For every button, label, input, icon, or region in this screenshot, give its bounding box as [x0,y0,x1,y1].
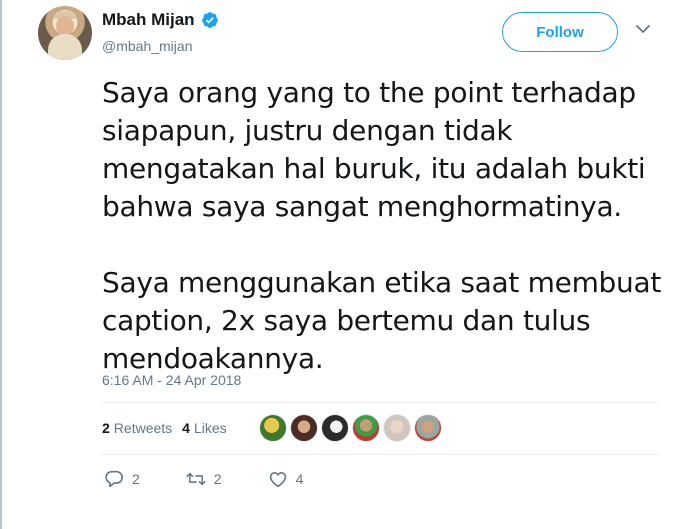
author-avatar[interactable] [38,6,92,60]
reply-count: 2 [132,471,140,487]
like-heart-icon[interactable] [268,470,288,488]
tweet-timestamp[interactable]: 6:16 AM - 24 Apr 2018 [102,372,241,388]
reply-action[interactable]: 2 [104,470,140,488]
window-edge [0,0,2,529]
verified-badge-icon [201,12,218,28]
reply-icon[interactable] [104,470,124,488]
like-action[interactable]: 4 [268,470,304,488]
divider [102,402,658,403]
retweet-icon[interactable] [186,470,206,488]
avatar-face [56,16,74,36]
avatar-body [48,34,82,60]
like-count: 4 [295,471,304,487]
likes-label: Likes [193,420,227,436]
chevron-down-icon[interactable] [636,24,650,34]
tweet-header: Mbah Mijan @mbah_mijan Follow [38,6,668,62]
author-handle[interactable]: @mbah_mijan [102,38,192,54]
liker-avatar[interactable] [414,414,442,442]
liker-avatar[interactable] [352,414,380,442]
retweet-action[interactable]: 2 [186,470,222,488]
retweet-count: 2 [213,471,222,487]
liker-avatar[interactable] [290,414,318,442]
tweet-paragraph: Saya menggunakan etika saat membuat capt… [102,266,662,375]
author-name[interactable]: Mbah Mijan [102,10,195,30]
tweet-paragraph: Saya orang yang to the point terhadap si… [102,76,646,223]
liker-avatars [259,414,442,442]
tweet-stats: 2 Retweets 4 Likes [102,420,237,436]
author-name-row[interactable]: Mbah Mijan [102,10,219,30]
divider [102,454,658,455]
follow-button[interactable]: Follow [502,12,618,52]
liker-avatar[interactable] [259,414,287,442]
liker-avatar[interactable] [383,414,411,442]
liker-avatar[interactable] [321,414,349,442]
retweets-stat[interactable]: 2 Retweets [102,420,172,436]
likes-count: 4 [182,420,190,436]
retweets-count: 2 [102,420,110,436]
tweet-actions: 2 2 4 [104,470,349,488]
likes-stat[interactable]: 4 Likes [182,420,226,436]
tweet-text: Saya orang yang to the point terhadap si… [102,74,662,378]
retweets-label: Retweets [113,420,173,436]
